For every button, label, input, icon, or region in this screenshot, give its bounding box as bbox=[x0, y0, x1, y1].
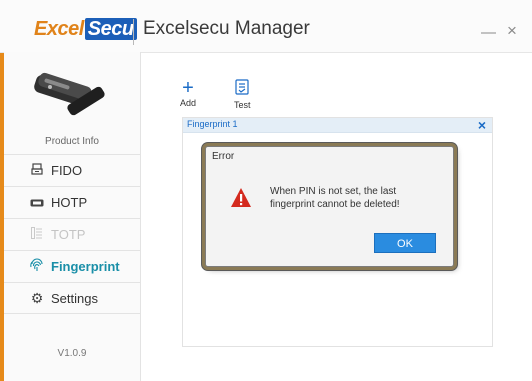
app-window: Excel Secu Excelsecu Manager — × Product … bbox=[0, 0, 532, 381]
ok-button[interactable]: OK bbox=[374, 233, 436, 253]
fido-icon bbox=[28, 163, 46, 178]
app-title: Excelsecu Manager bbox=[143, 18, 310, 39]
brand-logo-secu: Secu bbox=[84, 18, 137, 40]
sidebar-item-label: Fingerprint bbox=[51, 259, 120, 274]
sidebar-item-fido[interactable]: FIDO bbox=[4, 154, 140, 186]
plus-icon: + bbox=[182, 77, 194, 99]
close-window-button[interactable]: × bbox=[507, 21, 517, 41]
test-icon bbox=[234, 79, 251, 100]
brand-logo-excel: Excel bbox=[34, 18, 84, 40]
sidebar-item-label: HOTP bbox=[51, 195, 88, 210]
add-button[interactable]: + Add bbox=[180, 78, 196, 108]
sidebar: Product Info FIDO HOTP TOTP Fingerprint bbox=[4, 52, 141, 381]
sidebar-item-label: TOTP bbox=[51, 227, 86, 242]
sidebar-item-settings[interactable]: ⚙ Settings bbox=[4, 282, 140, 314]
product-info-label[interactable]: Product Info bbox=[4, 136, 140, 147]
sidebar-item-hotp[interactable]: HOTP bbox=[4, 186, 140, 218]
error-dialog: Error When PIN is not set, the last fing… bbox=[205, 146, 454, 267]
fingerprint-icon bbox=[28, 258, 46, 275]
brand-logo: Excel Secu bbox=[34, 18, 137, 41]
totp-icon bbox=[28, 227, 46, 242]
close-icon[interactable]: × bbox=[478, 117, 486, 133]
add-label: Add bbox=[180, 98, 197, 108]
title-bar: Excel Secu Excelsecu Manager — × bbox=[0, 0, 532, 53]
minimize-button[interactable]: — bbox=[481, 24, 496, 41]
usb-key-image bbox=[34, 72, 105, 116]
sidebar-item-totp: TOTP bbox=[4, 218, 140, 250]
fingerprint-panel-header: Fingerprint 1 × bbox=[183, 117, 492, 133]
test-button[interactable]: Test bbox=[234, 79, 251, 110]
sidebar-item-label: Settings bbox=[51, 290, 98, 306]
sidebar-item-label: FIDO bbox=[51, 163, 83, 178]
test-label: Test bbox=[234, 100, 251, 110]
title-divider bbox=[133, 19, 134, 45]
sidebar-item-fingerprint[interactable]: Fingerprint bbox=[4, 250, 140, 282]
fingerprint-panel-title: Fingerprint 1 bbox=[187, 119, 238, 129]
dialog-message: When PIN is not set, the last fingerprin… bbox=[270, 186, 400, 210]
version-label: V1.0.9 bbox=[57, 348, 87, 359]
hotp-icon bbox=[28, 196, 46, 210]
settings-icon: ⚙ bbox=[30, 289, 44, 306]
dialog-title: Error bbox=[212, 151, 235, 162]
warning-icon bbox=[231, 188, 251, 207]
